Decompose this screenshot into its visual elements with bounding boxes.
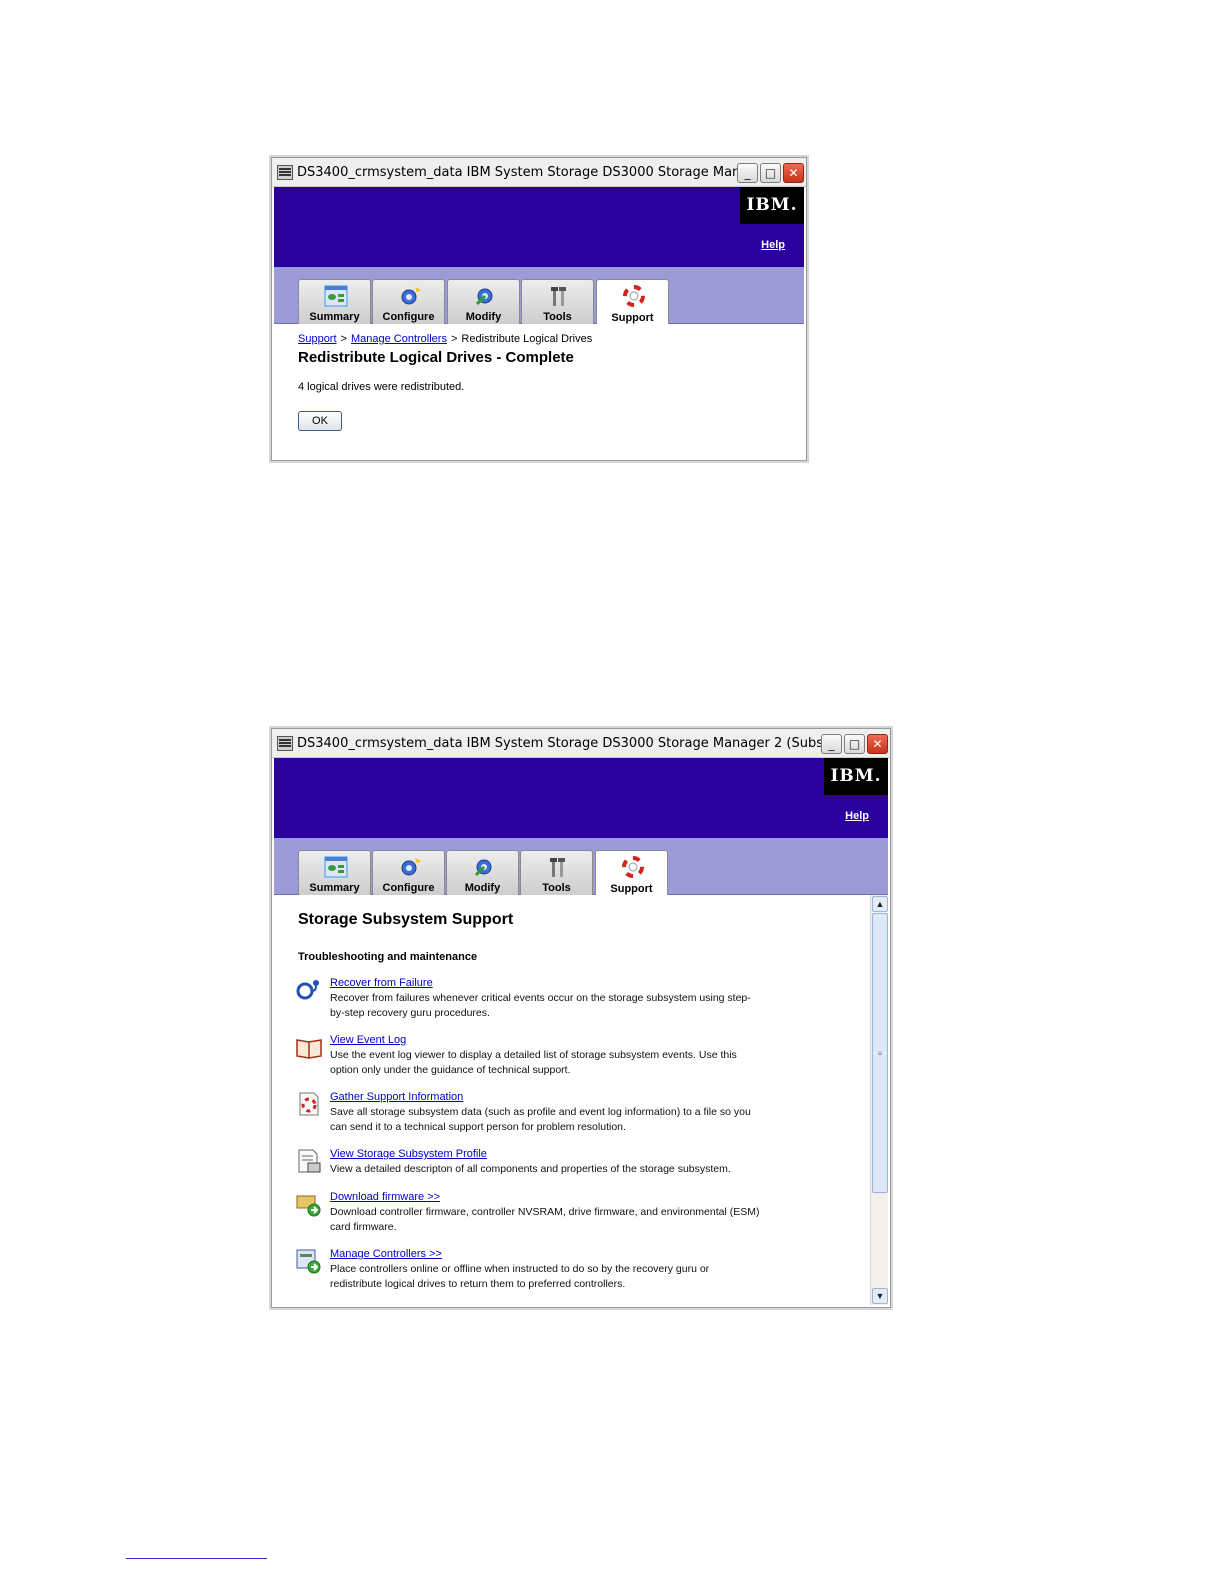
- maximize-button[interactable]: □: [844, 734, 865, 754]
- breadcrumb-separator: >: [340, 333, 347, 345]
- stethoscope-icon: [296, 980, 319, 1000]
- breadcrumb-current: Redistribute Logical Drives: [461, 333, 593, 345]
- maximize-button[interactable]: □: [760, 163, 781, 183]
- view-storage-subsystem-profile-link[interactable]: View Storage Subsystem Profile: [330, 1148, 487, 1160]
- ibm-logo: IBM.: [740, 187, 804, 224]
- app-window-icon: [277, 736, 293, 751]
- scroll-up-button[interactable]: ▲: [872, 896, 888, 912]
- tab-tools[interactable]: Tools: [520, 850, 593, 895]
- ok-button[interactable]: OK: [298, 411, 342, 431]
- scroll-down-button[interactable]: ▼: [872, 1288, 888, 1304]
- configure-icon: [401, 287, 421, 305]
- tools-icon: [551, 287, 566, 306]
- breadcrumb: Support > Manage Controllers > Redistribute …: [298, 333, 592, 345]
- tab-label: Support: [610, 883, 653, 895]
- tab-label: Configure: [382, 882, 435, 894]
- tab-label: Support: [611, 312, 654, 324]
- status-message: 4 logical drives were redistributed.: [298, 381, 465, 393]
- title-bar[interactable]: DS3400_crmsystem_data IBM System Storage…: [272, 729, 890, 758]
- book-icon: [296, 1039, 322, 1059]
- header-banner: IBM. Help: [274, 187, 804, 267]
- tab-modify[interactable]: Modify: [447, 279, 520, 324]
- vertical-scrollbar[interactable]: ▲ ≡ ▼: [870, 895, 888, 1305]
- option-description: Recover from failures whenever critical …: [330, 992, 751, 1019]
- manage-controllers-link[interactable]: Manage Controllers >>: [330, 1248, 442, 1260]
- breadcrumb-manage-controllers[interactable]: Manage Controllers: [351, 333, 447, 345]
- tab-label: Configure: [382, 311, 435, 323]
- gather-info-icon: [299, 1092, 319, 1116]
- tab-label: Tools: [543, 311, 572, 323]
- tab-tools[interactable]: Tools: [521, 279, 594, 324]
- help-link[interactable]: Help: [845, 810, 869, 822]
- tab-summary[interactable]: Summary: [298, 279, 371, 324]
- storage-subsystem-support-window: DS3400_crmsystem_data IBM System Storage…: [271, 728, 891, 1308]
- breadcrumb-separator: >: [450, 333, 458, 345]
- tab-label: Tools: [542, 882, 571, 894]
- modify-icon: [475, 288, 493, 306]
- option-description: View a detailed descripton of all compon…: [330, 1163, 731, 1175]
- option-description: Download controller firmware, controller…: [330, 1206, 760, 1233]
- scroll-thumb[interactable]: ≡: [872, 913, 888, 1193]
- view-event-log-link[interactable]: View Event Log: [330, 1034, 406, 1046]
- option-description: Save all storage subsystem data (such as…: [330, 1106, 751, 1133]
- support-icon: [622, 856, 644, 878]
- tab-bar: Summary Configure Modify Tools Support: [274, 267, 804, 325]
- gather-support-information-link[interactable]: Gather Support Information: [330, 1091, 463, 1103]
- page-title: Redistribute Logical Drives - Complete: [298, 349, 574, 366]
- help-link[interactable]: Help: [761, 239, 785, 251]
- tab-label: Modify: [464, 882, 501, 894]
- download-firmware-link[interactable]: Download firmware >>: [330, 1191, 440, 1203]
- content-panel: Support > Manage Controllers > Redistribute …: [274, 324, 804, 458]
- close-button[interactable]: ✕: [867, 734, 888, 754]
- recover-from-failure-link[interactable]: Recover from Failure: [330, 977, 433, 989]
- breadcrumb-support[interactable]: Support: [298, 333, 337, 345]
- tab-support[interactable]: Support: [595, 850, 668, 896]
- manage-controllers-icon: [296, 1249, 321, 1274]
- redistribute-complete-window: DS3400_crmsystem_data IBM System Storage…: [271, 157, 807, 461]
- tab-label: Summary: [309, 882, 360, 894]
- tools-icon: [550, 858, 565, 877]
- support-icon: [623, 285, 645, 307]
- minimize-button[interactable]: _: [821, 734, 842, 754]
- window-title: DS3400_crmsystem_data IBM System Storage…: [297, 736, 825, 751]
- ibm-logo: IBM.: [824, 758, 888, 795]
- window-title: DS3400_crmsystem_data IBM System Storage…: [297, 165, 737, 180]
- header-banner: IBM. Help: [274, 758, 888, 838]
- title-bar[interactable]: DS3400_crmsystem_data IBM System Storage…: [272, 158, 806, 187]
- tab-configure[interactable]: Configure: [372, 279, 445, 324]
- tab-label: Modify: [465, 311, 502, 323]
- content-panel: Storage Subsystem Support Troubleshootin…: [274, 895, 870, 1305]
- app-window-icon: [277, 165, 293, 180]
- tab-support[interactable]: Support: [596, 279, 669, 325]
- tab-summary[interactable]: Summary: [298, 850, 371, 895]
- footnote-divider: [126, 1558, 267, 1559]
- tab-bar: Summary Configure Modify Tools Support: [274, 838, 888, 896]
- download-firmware-icon: [296, 1195, 321, 1217]
- tab-modify[interactable]: Modify: [446, 850, 519, 895]
- section-heading: Troubleshooting and maintenance: [298, 951, 478, 963]
- tab-configure[interactable]: Configure: [372, 850, 445, 895]
- configure-icon: [401, 858, 421, 876]
- modify-icon: [474, 859, 492, 877]
- option-description: Place controllers online or offline when…: [330, 1263, 710, 1290]
- minimize-button[interactable]: _: [737, 163, 758, 183]
- profile-icon: [298, 1149, 321, 1173]
- summary-icon: [324, 856, 348, 878]
- tab-label: Summary: [309, 311, 360, 323]
- option-description: Use the event log viewer to display a de…: [330, 1049, 737, 1076]
- page-title: Storage Subsystem Support: [298, 911, 514, 928]
- close-button[interactable]: ✕: [783, 163, 804, 183]
- summary-icon: [324, 285, 348, 307]
